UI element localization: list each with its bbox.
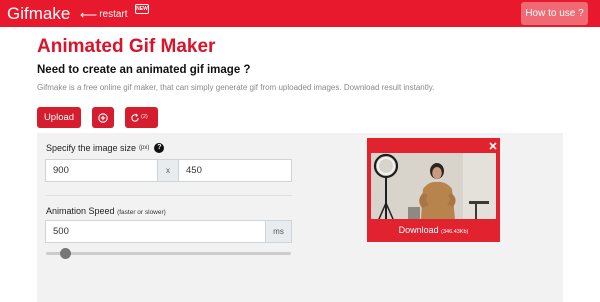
new-badge: NEW <box>135 4 149 14</box>
height-input[interactable]: 450 <box>178 159 292 182</box>
how-to-use-button[interactable]: How to use ? <box>521 2 588 25</box>
upload-button[interactable]: Upload <box>37 107 81 128</box>
animation-speed-label: Animation Speed (faster or slower) <box>46 206 166 216</box>
speed-slider-thumb[interactable] <box>60 248 72 259</box>
arrow-left-icon: ⟵ <box>80 7 98 22</box>
navbar: Gifmake ⟵ restart NEW How to use ? <box>0 0 600 27</box>
download-label: Download <box>398 225 439 235</box>
close-icon[interactable] <box>489 142 497 150</box>
download-size: (346.43Kb) <box>441 229 469 235</box>
brand-logo[interactable]: Gifmake <box>7 4 70 24</box>
page-title: Animated Gif Maker <box>37 36 216 57</box>
question-circle-icon[interactable]: ? <box>154 143 165 153</box>
page-description: Gifmake is a free online gif maker, that… <box>37 83 435 92</box>
size-separator: x <box>157 159 179 182</box>
image-size-unit: (px) <box>139 145 150 151</box>
image-size-label-text: Specify the image size <box>46 143 137 153</box>
width-input[interactable]: 900 <box>45 159 158 182</box>
restart-label: restart <box>99 9 128 20</box>
restart-link[interactable]: ⟵ restart <box>80 7 128 22</box>
download-button[interactable]: Download (346.43Kb) <box>367 225 500 235</box>
divider <box>46 195 292 196</box>
image-size-label: Specify the image size (px) ? <box>46 143 165 153</box>
refresh-icon <box>131 113 139 122</box>
speed-unit: ms <box>265 220 292 243</box>
refresh-button[interactable]: (2) <box>125 107 158 128</box>
animation-speed-label-text: Animation Speed <box>46 206 115 216</box>
speed-input[interactable]: 500 <box>45 220 266 243</box>
page-subtitle: Need to create an animated gif image ? <box>37 64 251 76</box>
refresh-count: (2) <box>141 114 148 120</box>
animation-speed-hint: (faster or slower) <box>117 209 166 216</box>
speed-slider-track[interactable] <box>46 252 291 255</box>
add-frame-button[interactable] <box>92 107 114 128</box>
preview-image <box>371 153 496 219</box>
plus-circle-icon <box>98 113 108 123</box>
